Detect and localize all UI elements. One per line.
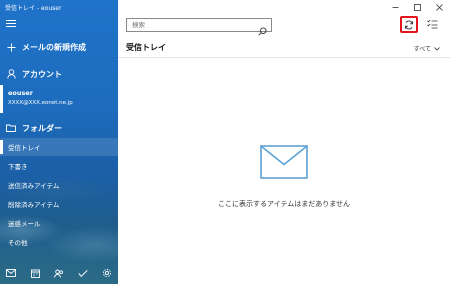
- todo-icon[interactable]: [77, 267, 89, 279]
- folder-item-inbox[interactable]: 受信トレイ: [0, 138, 118, 156]
- sidebar: 受信トレイ - eouser メールの新規作成 アカウント eouser XXX…: [0, 0, 118, 284]
- folder-label: 受信トレイ: [8, 144, 41, 152]
- mail-icon[interactable]: [5, 267, 17, 279]
- folder-label: 送信済みアイテム: [8, 182, 60, 190]
- folder-icon: [6, 124, 16, 132]
- search-input[interactable]: [127, 21, 252, 29]
- account-item[interactable]: eouser XXXX@XXX.eonet.ne.jp: [0, 85, 118, 113]
- folder-item-more[interactable]: その他: [0, 233, 118, 251]
- folder-item-junk[interactable]: 迷惑メール: [0, 214, 118, 232]
- envelope-icon: [260, 145, 308, 179]
- folder-item-sent[interactable]: 送信済みアイテム: [0, 176, 118, 194]
- checklist-icon: [426, 19, 437, 29]
- new-mail-label: メールの新規作成: [22, 42, 86, 52]
- accounts-header-label: アカウント: [22, 69, 62, 79]
- folder-title: 受信トレイ: [126, 43, 166, 52]
- calendar-icon[interactable]: [29, 267, 41, 279]
- new-mail-button[interactable]: メールの新規作成: [0, 40, 118, 54]
- folders-header[interactable]: フォルダー: [0, 121, 118, 135]
- sync-icon: [404, 20, 414, 29]
- chevron-down-icon: [434, 46, 440, 51]
- main-pane: 受信トレイ すべて ここに表示するアイテムはまだありません: [118, 0, 450, 284]
- people-icon[interactable]: [53, 267, 65, 279]
- sidebar-bottom-bar: [0, 262, 118, 284]
- close-button[interactable]: [428, 0, 450, 14]
- sync-button[interactable]: [400, 16, 418, 33]
- header-divider: [118, 57, 450, 58]
- folder-item-deleted[interactable]: 削除済みアイテム: [0, 195, 118, 213]
- folder-label: その他: [8, 239, 28, 247]
- accounts-header[interactable]: アカウント: [0, 67, 118, 81]
- folder-label: 下書き: [8, 163, 28, 171]
- plus-icon: [6, 43, 16, 52]
- folder-selected-indicator: [0, 140, 3, 154]
- folder-label: 削除済みアイテム: [8, 201, 60, 209]
- window-controls: [384, 0, 450, 14]
- maximize-button[interactable]: [406, 0, 428, 14]
- selection-mode-button[interactable]: [426, 18, 438, 30]
- filter-dropdown[interactable]: すべて: [414, 44, 440, 53]
- folder-item-drafts[interactable]: 下書き: [0, 157, 118, 175]
- account-email: XXXX@XXX.eonet.ne.jp: [8, 100, 73, 106]
- filter-label: すべて: [413, 46, 431, 53]
- search-icon[interactable]: [258, 21, 267, 36]
- person-icon: [6, 69, 16, 79]
- empty-state-message: ここに表示するアイテムはまだありません: [217, 200, 351, 208]
- folders-header-label: フォルダー: [22, 123, 62, 133]
- account-name: eouser: [8, 89, 33, 97]
- window-title: 受信トレイ - eouser: [5, 5, 62, 12]
- folder-label: 迷惑メール: [8, 220, 41, 228]
- hamburger-menu-icon[interactable]: [6, 20, 16, 28]
- account-selected-indicator: [0, 85, 3, 113]
- search-box[interactable]: [126, 18, 272, 36]
- settings-icon[interactable]: [101, 267, 113, 279]
- minimize-button[interactable]: [384, 0, 406, 14]
